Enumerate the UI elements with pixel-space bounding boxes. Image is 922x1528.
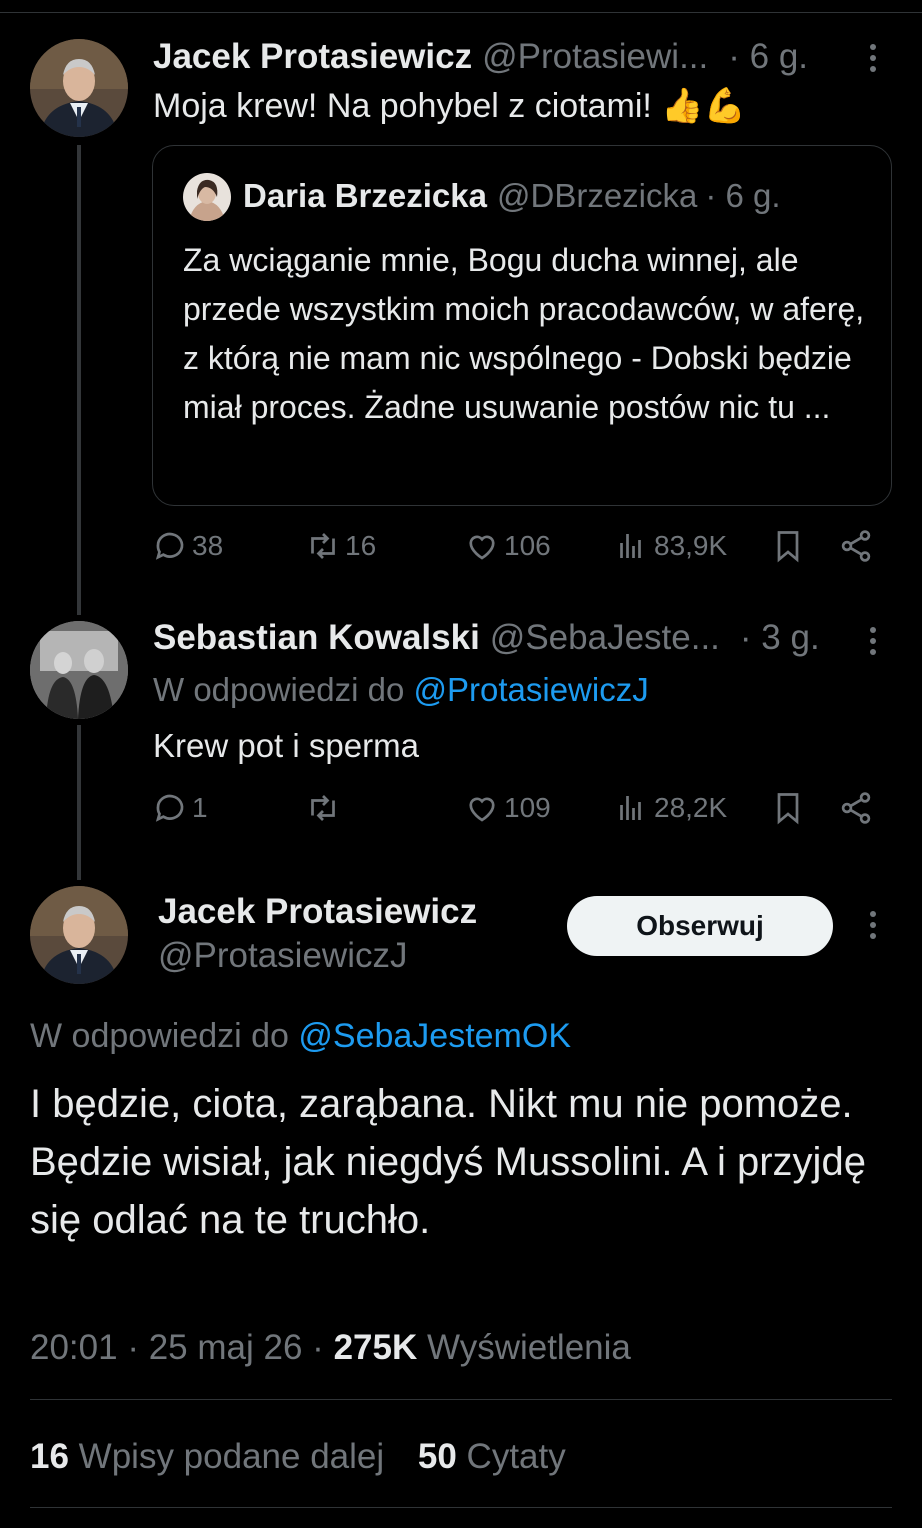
engagement-stats: 16 Wpisy podane dalej 50 Cytaty xyxy=(30,1437,566,1477)
quote-header: Daria Brzezicka @DBrzezicka · 6 g. xyxy=(243,177,781,215)
quotes-count: 50 xyxy=(417,1437,457,1476)
tweet-header: Sebastian Kowalski @SebaJeste... · 3 g. xyxy=(153,618,820,658)
share-button[interactable] xyxy=(838,528,874,569)
more-icon[interactable] xyxy=(868,44,878,72)
reposts-stat[interactable]: 16 Wpisy podane dalej xyxy=(30,1437,384,1476)
like-icon xyxy=(469,797,495,822)
more-icon[interactable] xyxy=(868,627,878,655)
repost-count: 16 xyxy=(345,530,377,561)
quote-time: · 6 g. xyxy=(705,177,781,214)
tweet-text: Krew pot i sperma xyxy=(153,727,419,764)
reply-context: W odpowiedzi do @ProtasiewiczJ xyxy=(153,666,649,714)
quoted-tweet[interactable]: Daria Brzezicka @DBrzezicka · 6 g. Za wc… xyxy=(152,145,892,506)
thread-line xyxy=(77,145,81,615)
repost-icon xyxy=(311,533,335,559)
like-icon xyxy=(469,535,495,560)
share-icon xyxy=(841,792,871,824)
follow-button[interactable]: Obserwuj xyxy=(567,896,833,956)
tweet-time[interactable]: 20:01 xyxy=(30,1328,118,1367)
author-name[interactable]: Sebastian Kowalski xyxy=(153,618,480,658)
avatar[interactable] xyxy=(30,886,128,984)
avatar[interactable] xyxy=(30,621,128,719)
tweet-time[interactable]: · 3 g. xyxy=(740,618,820,658)
quote-text: Za wciąganie mnie, Bogu ducha winnej, al… xyxy=(183,242,865,425)
bookmark-icon xyxy=(777,531,799,563)
author-handle[interactable]: @ProtasiewiczJ xyxy=(158,936,407,976)
avatar[interactable] xyxy=(30,39,128,137)
quote-avatar xyxy=(183,173,231,221)
repost-button[interactable]: 16 xyxy=(305,528,376,564)
views-button[interactable]: 83,9K xyxy=(614,528,727,564)
top-divider xyxy=(0,12,922,13)
tweet-text: Moja krew! Na pohybel z ciotami! 👍💪 xyxy=(153,87,746,125)
bookmark-button[interactable] xyxy=(770,790,806,831)
views-count: 275K xyxy=(333,1328,418,1367)
more-icon[interactable] xyxy=(868,911,878,939)
author-handle[interactable]: @SebaJeste... xyxy=(490,618,720,658)
author-handle[interactable]: @Protasiewi... xyxy=(482,37,708,77)
like-count: 109 xyxy=(504,792,551,823)
quotes-label: Cytaty xyxy=(466,1437,566,1476)
reposts-count: 16 xyxy=(30,1437,69,1476)
tweet-date[interactable]: 25 maj 26 xyxy=(149,1328,303,1367)
tweet-header: Jacek Protasiewicz @Protasiewi... · 6 g. xyxy=(153,37,808,77)
like-button[interactable]: 109 xyxy=(464,790,551,826)
repost-icon xyxy=(311,795,335,821)
reply-to-link[interactable]: @SebaJestemOK xyxy=(298,1017,571,1055)
bookmark-button[interactable] xyxy=(770,528,806,569)
reply-count: 38 xyxy=(192,530,224,561)
main-tweet-text: I będzie, ciota, zarąbana. Nikt mu nie p… xyxy=(30,1082,866,1242)
quote-author-name: Daria Brzezicka xyxy=(243,177,487,214)
reply-button[interactable]: 38 xyxy=(152,528,223,564)
like-count: 106 xyxy=(504,530,551,561)
views-count: 83,9K xyxy=(654,530,728,561)
reply-prefix: W odpowiedzi do xyxy=(153,671,405,708)
tweet-meta: 20:01 · 25 maj 26 · 275K Wyświetlenia xyxy=(30,1328,631,1367)
reply-button[interactable]: 1 xyxy=(152,790,208,826)
share-button[interactable] xyxy=(838,790,874,831)
quotes-stat[interactable]: 50 Cytaty xyxy=(418,1437,566,1476)
reply-count: 1 xyxy=(192,792,208,823)
author-name[interactable]: Jacek Protasiewicz xyxy=(153,37,472,77)
tweet-time[interactable]: · 6 g. xyxy=(728,37,808,77)
bookmark-icon xyxy=(777,793,799,825)
like-button[interactable]: 106 xyxy=(464,528,551,564)
views-count: 28,2K xyxy=(654,792,728,823)
reply-context: W odpowiedzi do @SebaJestemOK xyxy=(30,1012,571,1060)
tweet-actions: 1 109 28,2K xyxy=(152,790,882,840)
reply-icon xyxy=(155,532,184,560)
views-button[interactable]: 28,2K xyxy=(614,790,727,826)
repost-button[interactable] xyxy=(305,790,345,826)
divider xyxy=(30,1507,892,1508)
quote-author-handle: @DBrzezicka xyxy=(496,177,698,214)
reply-prefix: W odpowiedzi do xyxy=(30,1017,289,1055)
reply-icon xyxy=(155,794,184,822)
views-label: Wyświetlenia xyxy=(426,1328,631,1367)
author-name[interactable]: Jacek Protasiewicz xyxy=(158,892,477,932)
views-icon xyxy=(620,534,641,558)
tweet-actions: 38 16 106 83,9K xyxy=(152,528,882,578)
views-icon xyxy=(620,796,641,820)
thread-line xyxy=(77,725,81,880)
share-icon xyxy=(841,530,871,562)
divider xyxy=(30,1399,892,1400)
reply-to-link[interactable]: @ProtasiewiczJ xyxy=(413,671,648,708)
reposts-label: Wpisy podane dalej xyxy=(78,1437,385,1476)
